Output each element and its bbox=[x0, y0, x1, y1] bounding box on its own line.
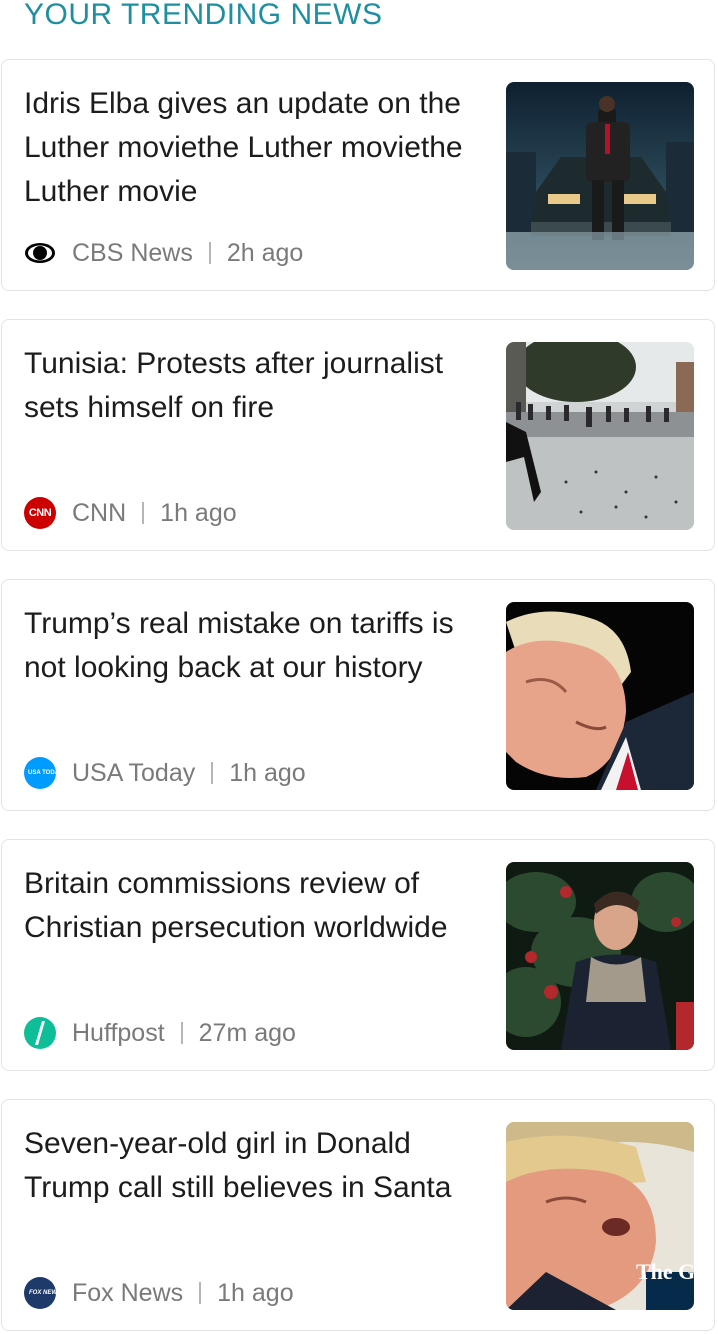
headline[interactable]: Seven-year-old girl in Donald Trump call… bbox=[24, 1122, 486, 1210]
usa-today-logo-text: USA TODAY bbox=[28, 769, 56, 776]
meta-divider bbox=[211, 762, 214, 784]
timestamp: 1h ago bbox=[160, 498, 237, 527]
article-meta: FOX NEWS Fox News 1h ago bbox=[24, 1276, 294, 1310]
watermark-text: The Guardian bbox=[636, 1262, 694, 1282]
huffpost-logo-icon bbox=[24, 1017, 56, 1049]
headline[interactable]: Britain commissions review of Christian … bbox=[24, 862, 486, 950]
news-card[interactable]: Idris Elba gives an update on the Luther… bbox=[1, 59, 715, 291]
article-thumbnail[interactable] bbox=[506, 862, 694, 1050]
source-name: CBS News bbox=[72, 238, 193, 267]
headline[interactable]: Trump’s real mistake on tariffs is not l… bbox=[24, 602, 486, 690]
article-meta: CBS News 2h ago bbox=[24, 236, 303, 270]
meta-divider bbox=[199, 1282, 202, 1304]
fox-news-logo-icon: FOX NEWS bbox=[24, 1277, 56, 1309]
headline[interactable]: Idris Elba gives an update on the Luther… bbox=[24, 82, 486, 214]
meta-divider bbox=[180, 1022, 183, 1044]
source-name: USA Today bbox=[72, 758, 196, 787]
article-thumbnail[interactable] bbox=[506, 342, 694, 530]
fox-news-logo-text: FOX NEWS bbox=[29, 1289, 56, 1296]
usa-today-logo-icon: USA TODAY bbox=[24, 757, 56, 789]
article-meta: CNN CNN 1h ago bbox=[24, 496, 237, 530]
news-card[interactable]: Tunisia: Protests after journalist sets … bbox=[1, 319, 715, 551]
article-thumbnail[interactable] bbox=[506, 602, 694, 790]
timestamp: 1h ago bbox=[229, 758, 306, 787]
article-thumbnail[interactable] bbox=[506, 82, 694, 270]
timestamp: 1h ago bbox=[217, 1278, 294, 1307]
timestamp: 2h ago bbox=[226, 238, 304, 267]
timestamp: 27m ago bbox=[198, 1018, 296, 1047]
meta-divider bbox=[208, 242, 211, 264]
source-name: Huffpost bbox=[72, 1018, 165, 1047]
news-card[interactable]: Britain commissions review of Christian … bbox=[1, 839, 715, 1071]
article-meta: Huffpost 27m ago bbox=[24, 1016, 296, 1050]
news-card[interactable]: Trump’s real mistake on tariffs is not l… bbox=[1, 579, 715, 811]
source-name: CNN bbox=[72, 498, 127, 527]
article-meta: USA TODAY USA Today 1h ago bbox=[24, 756, 306, 790]
news-card[interactable]: Seven-year-old girl in Donald Trump call… bbox=[1, 1099, 715, 1331]
cbs-eye-icon bbox=[24, 237, 56, 269]
meta-divider bbox=[142, 502, 145, 524]
cnn-logo-text: CNN bbox=[28, 507, 52, 519]
article-thumbnail[interactable]: The Guardian bbox=[506, 1122, 694, 1310]
headline[interactable]: Tunisia: Protests after journalist sets … bbox=[24, 342, 486, 430]
section-title: YOUR TRENDING NEWS bbox=[24, 0, 383, 31]
source-name: Fox News bbox=[72, 1278, 184, 1307]
cnn-logo-icon: CNN bbox=[24, 497, 56, 529]
